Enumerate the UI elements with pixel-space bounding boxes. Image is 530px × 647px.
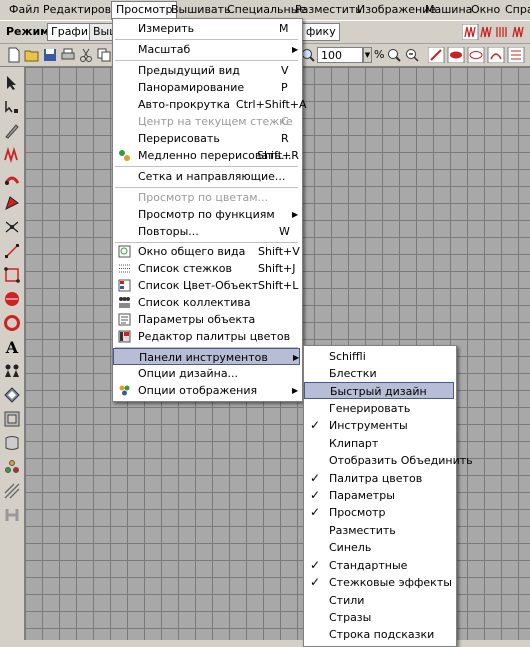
stitch-list-icon — [119, 264, 130, 273]
menu-item-view-by-color[interactable]: Просмотр по цветам... — [113, 189, 300, 206]
menu-item-redraw[interactable]: Перерисовать R — [113, 130, 300, 147]
h-tool-icon[interactable] — [2, 505, 22, 525]
border-tool-icon[interactable] — [2, 433, 22, 453]
new-file-icon[interactable] — [6, 47, 22, 63]
toolbar-option-tools[interactable]: ✓ Инструменты — [304, 417, 454, 434]
menu-item-previous-view[interactable]: Предыдущий вид V — [113, 62, 300, 79]
toolbar-option-chenille[interactable]: Синель — [304, 539, 454, 556]
frame-tool-icon[interactable] — [2, 409, 22, 429]
slow-redraw-icon — [119, 150, 130, 161]
toolbar-option-view[interactable]: ✓ Просмотр — [304, 504, 454, 521]
running-stitch-icon[interactable] — [2, 145, 22, 165]
pointer-tool-icon[interactable] — [2, 73, 22, 93]
menu-item-toolbars[interactable]: Панели инструментов ▶ — [113, 348, 300, 365]
shape-tool-icon[interactable] — [2, 265, 22, 285]
open-folder-icon[interactable] — [24, 47, 40, 63]
hatch-tool-icon[interactable] — [2, 481, 22, 501]
menu-item-grid-guides[interactable]: Сетка и направляющие... — [113, 168, 300, 185]
display-options-icon — [119, 385, 130, 396]
zoom-dropdown-arrow-icon[interactable]: ▼ — [363, 47, 372, 63]
toolbar-option-color-palette[interactable]: ✓ Палитра цветов — [304, 470, 454, 487]
menu-item-view-by-function[interactable]: Просмотр по функциям ▶ — [113, 206, 300, 223]
toolbar-option-show-merge[interactable]: Отобразить Объединить — [304, 452, 473, 469]
menu-separator — [115, 39, 298, 40]
applique-tool-icon[interactable] — [2, 313, 22, 333]
checkmark-icon: ✓ — [310, 558, 321, 572]
team-list-icon — [119, 297, 130, 308]
menu-item-object-properties[interactable]: Параметры объекта — [113, 311, 300, 328]
checkmark-icon: ✓ — [310, 471, 321, 485]
toolbar-option-clipart[interactable]: Клипарт — [304, 435, 454, 452]
submenu-arrow-icon: ▶ — [293, 353, 300, 362]
menu-item-stitch-list[interactable]: Список стежков Shift+J — [113, 260, 300, 277]
sequin-tool-icon[interactable] — [2, 457, 22, 477]
monogram-icon[interactable] — [2, 385, 22, 405]
print-icon[interactable] — [60, 47, 76, 63]
menu-item-pan[interactable]: Панорамирование P — [113, 79, 300, 96]
view-menu: Измерить M Масштаб ▶ Предыдущий вид V Панор… — [112, 18, 307, 402]
fill-tool-icon[interactable] — [2, 193, 22, 213]
toolbar-option-stitch-effects[interactable]: ✓ Стежковые эффекты — [304, 574, 454, 591]
zoom-fit-icon[interactable] — [404, 47, 420, 63]
menu-separator — [115, 166, 298, 167]
copy-icon[interactable] — [96, 47, 112, 63]
palette-editor-icon — [118, 330, 131, 343]
toolbar-option-arrange[interactable]: Разместить — [304, 522, 454, 539]
submenu-arrow-icon: ▶ — [292, 386, 299, 395]
menu-item-repeats[interactable]: Повторы... W — [113, 223, 300, 240]
checkmark-icon: ✓ — [310, 505, 321, 519]
toolbar-option-parameters[interactable]: ✓ Параметры — [304, 487, 454, 504]
menu-item-display-options[interactable]: Опции отображения ▶ — [113, 382, 300, 399]
team-names-icon[interactable] — [2, 361, 22, 381]
text-tool-icon[interactable]: A — [2, 337, 22, 357]
overview-window-icon — [118, 245, 131, 258]
menu-item-zoom[interactable]: Масштаб ▶ — [113, 41, 300, 58]
mode-tail-button[interactable]: фику — [303, 23, 340, 41]
menu-item-overview-window[interactable]: Окно общего вида Shift+V — [113, 243, 300, 260]
menu-separator — [115, 60, 298, 61]
toolbar-option-generate[interactable]: Генерировать — [304, 400, 454, 417]
menu-window[interactable]: Окно — [467, 2, 504, 18]
save-icon[interactable] — [42, 47, 58, 63]
toolbar-option-prompt-line[interactable]: Строка подсказки — [304, 626, 454, 643]
checkmark-icon: ✓ — [310, 575, 321, 589]
toolbar-option-schiffli[interactable]: Schiffli — [304, 348, 454, 365]
toolbar-option-standard[interactable]: ✓ Стандартные — [304, 557, 454, 574]
view-toggle-icons[interactable] — [428, 47, 528, 63]
menu-item-center-current-stitch[interactable]: Центр на текущем стежке C — [113, 113, 300, 130]
toolbar-option-quick-design[interactable]: Быстрый дизайн — [304, 382, 454, 399]
menu-item-slow-redraw[interactable]: Медленно перерисовать... Shift+R — [113, 147, 300, 164]
knife-tool-icon[interactable] — [2, 121, 22, 141]
tools-panel: A — [0, 67, 25, 640]
menu-item-auto-scroll[interactable]: Авто-прокрутка Ctrl+Shift+A — [113, 96, 307, 113]
submenu-arrow-icon: ▶ — [292, 210, 299, 219]
submenu-arrow-icon: ▶ — [292, 45, 299, 54]
cut-icon[interactable] — [78, 47, 94, 63]
toolbar-option-rhinestones[interactable]: Стразы — [304, 609, 454, 626]
menu-item-team-list[interactable]: Список коллектива — [113, 294, 300, 311]
menu-separator — [115, 187, 298, 188]
menu-item-palette-editor[interactable]: Редактор палитры цветов — [113, 328, 300, 345]
zoom-magnifier-icon[interactable] — [386, 47, 402, 63]
reshape-tool-icon[interactable] — [2, 97, 22, 117]
checkmark-icon: ✓ — [310, 488, 321, 502]
zoom-input[interactable]: 100 — [317, 47, 363, 63]
menu-item-design-options[interactable]: Опции дизайна... — [113, 365, 300, 382]
menu-item-measure[interactable]: Измерить M — [113, 20, 300, 37]
toolbar-option-styles[interactable]: Стили — [304, 592, 454, 609]
circle-tool-icon[interactable] — [2, 289, 22, 309]
satin-tool-icon[interactable] — [2, 169, 22, 189]
line-tool-icon[interactable] — [2, 217, 22, 237]
stitch-type-icons[interactable] — [462, 24, 526, 40]
menu-file[interactable]: Файл — [5, 2, 43, 18]
polyline-tool-icon[interactable] — [2, 241, 22, 261]
color-object-list-icon — [118, 279, 131, 292]
menu-item-color-object-list[interactable]: Список Цвет-Объект Shift+L — [113, 277, 300, 294]
menu-help[interactable]: Справ — [501, 2, 530, 18]
zoom-unit: % — [374, 48, 385, 61]
object-properties-icon — [118, 313, 131, 326]
toolbar-option-sequins[interactable]: Блестки — [304, 365, 454, 382]
checkmark-icon: ✓ — [310, 418, 321, 432]
toolbars-submenu: Schiffli Блестки Быстрый дизайн Генериро… — [303, 345, 473, 647]
